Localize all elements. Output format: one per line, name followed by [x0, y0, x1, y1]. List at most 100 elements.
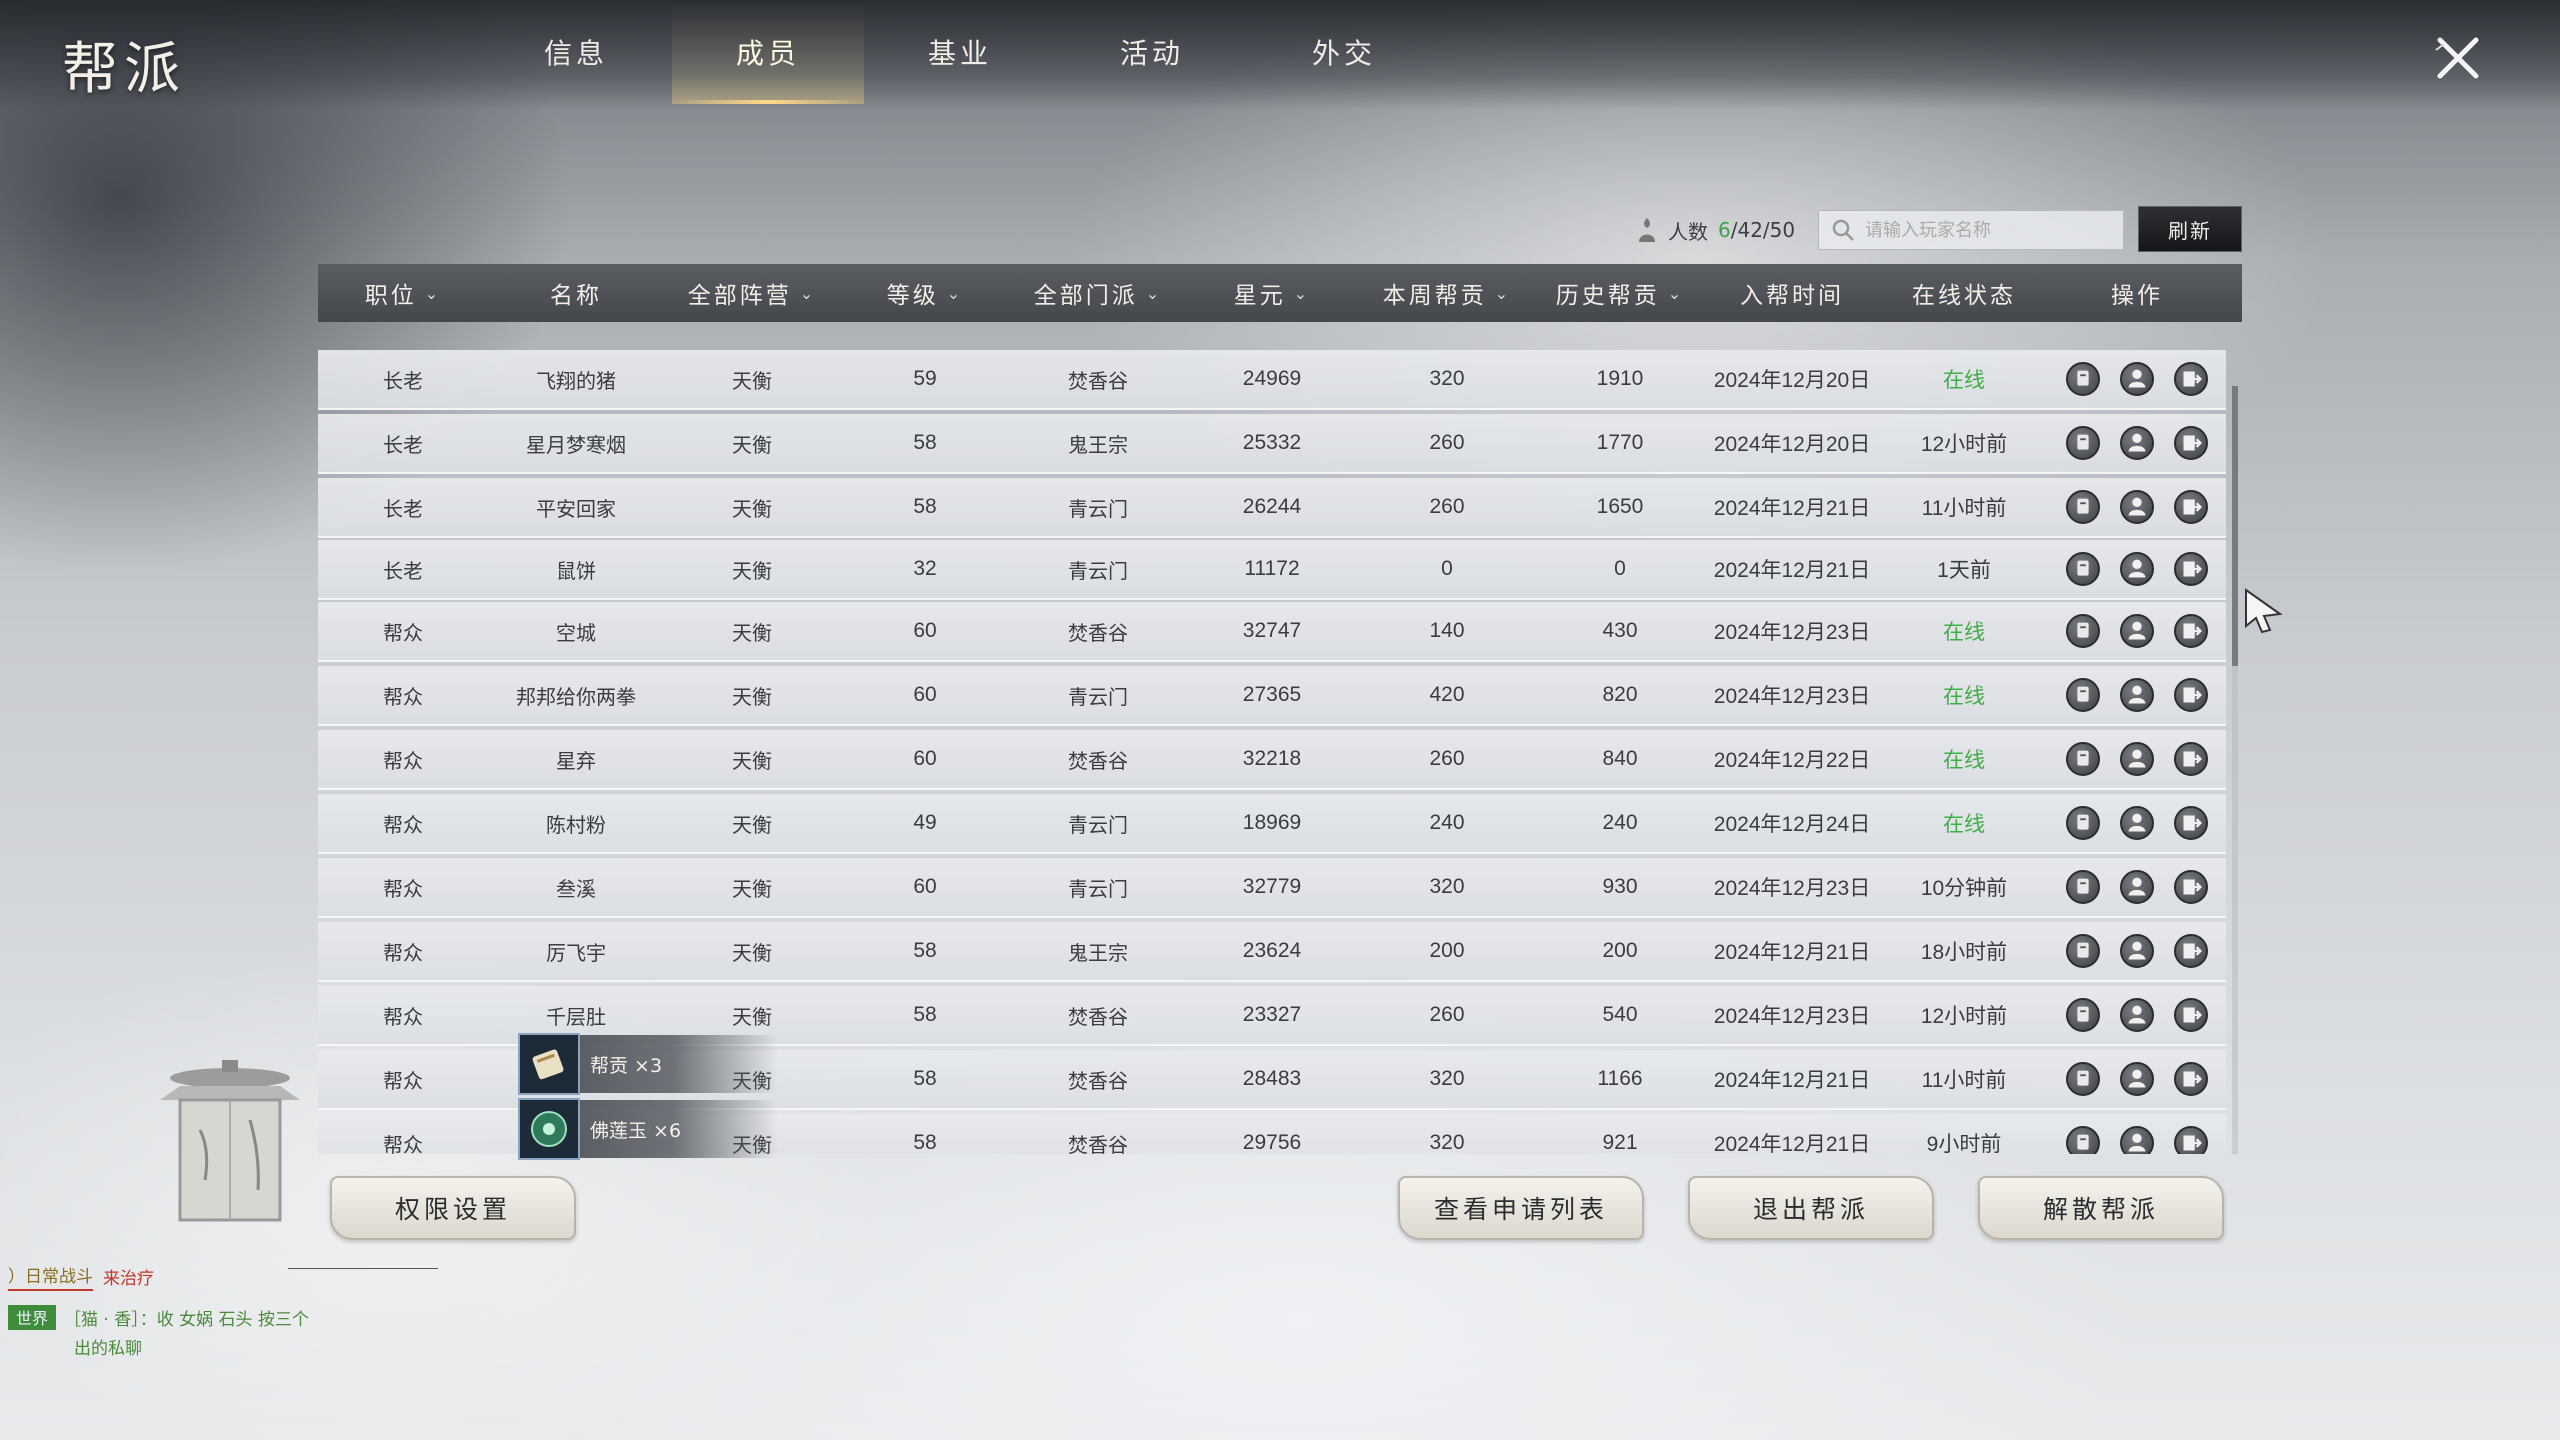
column-header[interactable]: 全部门派 ⌄	[1010, 264, 1186, 322]
cell-level: 32	[913, 557, 937, 580]
cell-camp: 天衡	[732, 812, 772, 837]
refresh-button[interactable]: 刷新	[2138, 206, 2242, 252]
kick-icon[interactable]	[2174, 614, 2208, 648]
scrollbar-thumb[interactable]	[2232, 386, 2238, 666]
cell-sect: 焚香谷	[1068, 1004, 1128, 1029]
search-box[interactable]	[1818, 210, 2124, 250]
appoint-icon[interactable]	[2066, 742, 2100, 776]
tab-0[interactable]: 信息	[480, 0, 672, 104]
person-icon	[1639, 218, 1655, 242]
profile-icon[interactable]	[2120, 934, 2154, 968]
kick-icon[interactable]	[2174, 426, 2208, 460]
profile-icon[interactable]	[2120, 678, 2154, 712]
column-header[interactable]: 星元 ⌄	[1186, 264, 1358, 322]
leave-guild-button[interactable]: 退出帮派	[1688, 1176, 1934, 1240]
kick-icon[interactable]	[2174, 742, 2208, 776]
permissions-button[interactable]: 权限设置	[330, 1176, 576, 1240]
table-row[interactable]: 长老 飞翔的猪 天衡 59 焚香谷 24969 320 1910 2024年12月20日 在线	[318, 350, 2226, 410]
appoint-icon[interactable]	[2066, 614, 2100, 648]
table-row[interactable]: 帮众 厉飞宇 天衡 58 鬼王宗 23624 200 200 2024年12月21日 18小时前	[318, 922, 2226, 982]
table-row[interactable]: 长老 平安回家 天衡 58 青云门 26244 260 1650 2024年12月21日 11小时…	[318, 478, 2226, 538]
view-applications-button[interactable]: 查看申请列表	[1398, 1176, 1644, 1240]
cell-rank: 帮众	[383, 748, 423, 773]
table-row[interactable]: 帮众 叁溪 天衡 60 青云门 32779 320 930 2024年12月23日 10分钟前	[318, 858, 2226, 918]
chat-box[interactable]: ）日常战斗 来治疗 世界 ［猫 · 香］：收 女娲 石头 按三个 出的私聊	[8, 1262, 448, 1359]
table-row[interactable]: 帮众 空城 天衡 60 焚香谷 32747 140 430 2024年12月23日 在线	[318, 602, 2226, 662]
chat-message: 来治疗	[103, 1269, 154, 1289]
profile-icon[interactable]	[2120, 426, 2154, 460]
search-input[interactable]	[1865, 219, 2105, 241]
column-header[interactable]: 本周帮贡 ⌄	[1358, 264, 1536, 322]
kick-icon[interactable]	[2174, 678, 2208, 712]
profile-icon[interactable]	[2120, 1062, 2154, 1096]
disband-guild-button[interactable]: 解散帮派	[1978, 1176, 2224, 1240]
profile-icon[interactable]	[2120, 870, 2154, 904]
appoint-icon[interactable]	[2066, 362, 2100, 396]
close-icon[interactable]	[2430, 30, 2486, 86]
profile-icon[interactable]	[2120, 362, 2154, 396]
cell-history: 1166	[1597, 1067, 1643, 1090]
profile-icon[interactable]	[2120, 490, 2154, 524]
cell-actions	[2048, 413, 2226, 473]
search-icon	[1832, 219, 1854, 241]
cell-xingyuan: 32779	[1242, 875, 1302, 898]
cell-name: 星弃	[556, 748, 596, 773]
tab-1[interactable]: 成员	[672, 0, 864, 104]
column-header[interactable]: 职位 ⌄	[318, 264, 488, 322]
kick-icon[interactable]	[2174, 806, 2208, 840]
kick-icon[interactable]	[2174, 552, 2208, 586]
column-header[interactable]: 全部阵营 ⌄	[664, 264, 840, 322]
cell-xingyuan: 23327	[1242, 1003, 1302, 1026]
kick-icon[interactable]	[2174, 362, 2208, 396]
kick-icon[interactable]	[2174, 1126, 2208, 1154]
profile-icon[interactable]	[2120, 1126, 2154, 1154]
cell-history: 240	[1602, 811, 1638, 834]
profile-icon[interactable]	[2120, 806, 2154, 840]
kick-icon[interactable]	[2174, 998, 2208, 1032]
column-header[interactable]: 历史帮贡 ⌄	[1536, 264, 1704, 322]
appoint-icon[interactable]	[2066, 998, 2100, 1032]
profile-icon[interactable]	[2120, 998, 2154, 1032]
table-header: 职位 ⌄ 名称 全部阵营 ⌄ 等级 ⌄ 全部门派 ⌄ 星元 ⌄ 本周帮贡 ⌄ 历史帮贡 ⌄ 入帮时间 在线状态 操…	[318, 264, 2242, 322]
cell-status: 在线	[1943, 685, 1985, 708]
table-row[interactable]: 长老 星月梦寒烟 天衡 58 鬼王宗 25332 260 1770 2024年12月20日 12小…	[318, 414, 2226, 474]
tab-4[interactable]: 外交	[1248, 0, 1440, 104]
cell-xingyuan: 11172	[1244, 557, 1300, 580]
cell-sect: 青云门	[1068, 812, 1128, 837]
tab-3[interactable]: 活动	[1056, 0, 1248, 104]
appoint-icon[interactable]	[2066, 1126, 2100, 1154]
cell-actions	[2048, 985, 2226, 1045]
appoint-icon[interactable]	[2066, 934, 2100, 968]
cell-camp: 天衡	[732, 876, 772, 901]
appoint-icon[interactable]	[2066, 490, 2100, 524]
cell-status: 在线	[1943, 749, 1985, 772]
kick-icon[interactable]	[2174, 1062, 2208, 1096]
profile-icon[interactable]	[2120, 552, 2154, 586]
table-row[interactable]: 长老 鼠饼 天衡 32 青云门 11172 0 0 2024年12月21日 1天前	[318, 540, 2226, 600]
cell-history: 430	[1602, 619, 1638, 642]
profile-icon[interactable]	[2120, 742, 2154, 776]
kick-icon[interactable]	[2174, 934, 2208, 968]
appoint-icon[interactable]	[2066, 1062, 2100, 1096]
appoint-icon[interactable]	[2066, 426, 2100, 460]
cell-camp: 天衡	[732, 748, 772, 773]
reward-item: 帮贡 ×3	[518, 1033, 778, 1095]
column-header[interactable]: 等级 ⌄	[840, 264, 1010, 322]
cell-status: 在线	[1943, 369, 1985, 392]
kick-icon[interactable]	[2174, 490, 2208, 524]
cell-sect: 焚香谷	[1068, 620, 1128, 645]
member-table: 长老 飞翔的猪 天衡 59 焚香谷 24969 320 1910 2024年12月20日 在线 长老…	[318, 326, 2242, 1154]
table-row[interactable]: 帮众 星弃 天衡 60 焚香谷 32218 260 840 2024年12月22日 在线	[318, 730, 2226, 790]
table-row[interactable]: 帮众 邦邦给你两拳 天衡 60 青云门 27365 420 820 2024年12月23日 在线	[318, 666, 2226, 726]
cell-rank: 帮众	[383, 620, 423, 645]
appoint-icon[interactable]	[2066, 806, 2100, 840]
appoint-icon[interactable]	[2066, 678, 2100, 712]
scrollbar[interactable]	[2232, 326, 2238, 1154]
cell-name: 飞翔的猪	[536, 368, 616, 393]
appoint-icon[interactable]	[2066, 552, 2100, 586]
tab-2[interactable]: 基业	[864, 0, 1056, 104]
kick-icon[interactable]	[2174, 870, 2208, 904]
table-row[interactable]: 帮众 陈村粉 天衡 49 青云门 18969 240 240 2024年12月24日 在线	[318, 794, 2226, 854]
appoint-icon[interactable]	[2066, 870, 2100, 904]
profile-icon[interactable]	[2120, 614, 2154, 648]
